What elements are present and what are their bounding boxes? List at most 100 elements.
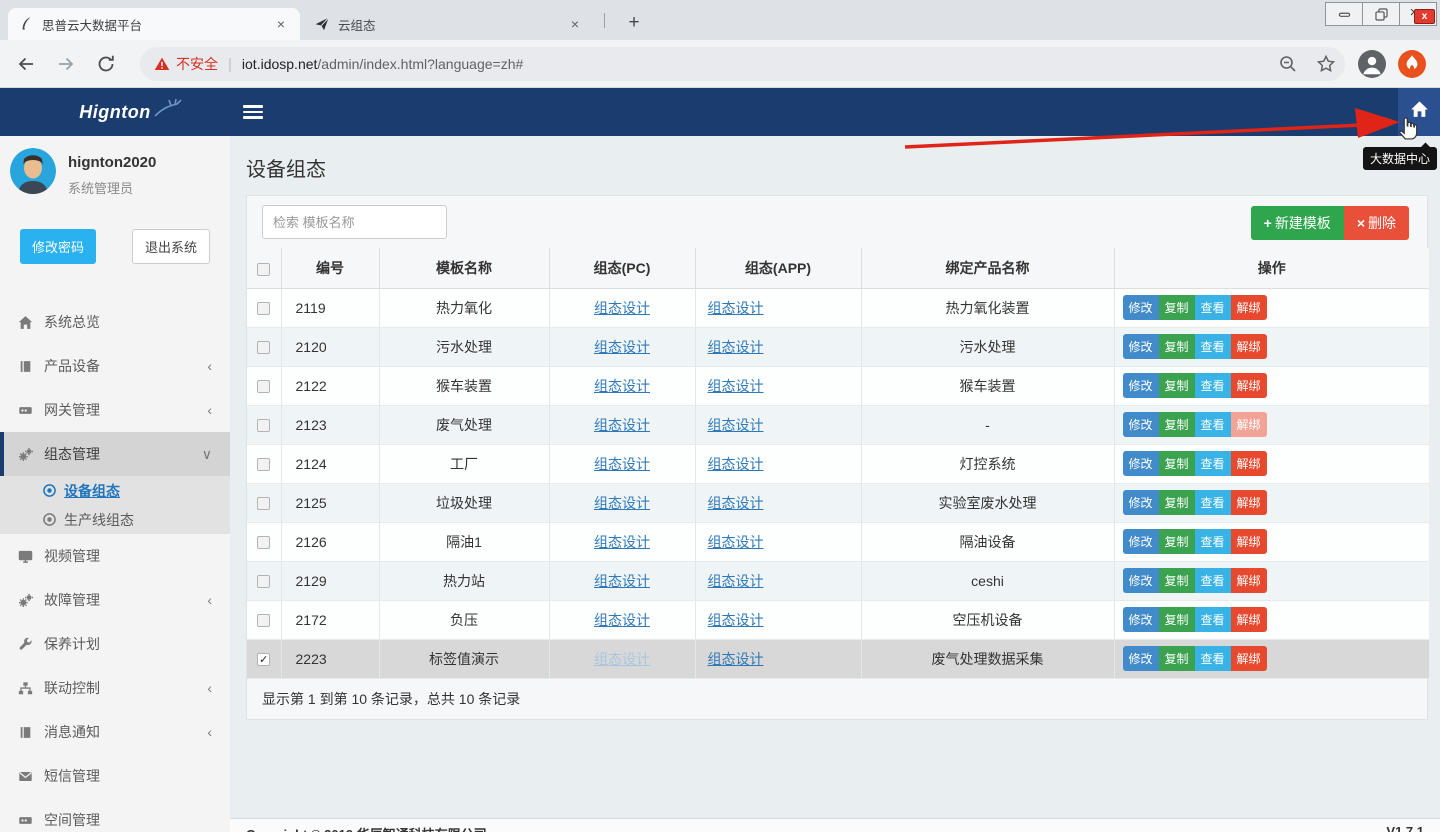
app-design-link[interactable]: 组态设计	[708, 378, 764, 394]
row-checkbox[interactable]	[257, 614, 270, 627]
row-checkbox[interactable]	[257, 497, 270, 510]
unbind-button[interactable]: 解绑	[1231, 646, 1267, 671]
row-checkbox[interactable]	[257, 419, 270, 432]
view-button[interactable]: 查看	[1195, 412, 1231, 437]
pc-design-link[interactable]: 组态设计	[594, 456, 650, 472]
edit-button[interactable]: 修改	[1123, 373, 1159, 398]
browser-tab-inactive[interactable]: 云组态 ×	[304, 8, 594, 40]
copy-button[interactable]: 复制	[1159, 490, 1195, 515]
copy-button[interactable]: 复制	[1159, 373, 1195, 398]
edit-button[interactable]: 修改	[1123, 529, 1159, 554]
sidebar-item-linkage-control[interactable]: 联动控制‹	[0, 666, 230, 710]
app-design-link[interactable]: 组态设计	[708, 300, 764, 316]
delete-button[interactable]: ×删除	[1344, 206, 1409, 240]
view-button[interactable]: 查看	[1195, 295, 1231, 320]
app-design-link[interactable]: 组态设计	[708, 339, 764, 355]
view-button[interactable]: 查看	[1195, 529, 1231, 554]
pc-design-link[interactable]: 组态设计	[594, 573, 650, 589]
new-template-button[interactable]: +新建模板	[1251, 206, 1344, 240]
view-button[interactable]: 查看	[1195, 607, 1231, 632]
sidebar-item-fault-management[interactable]: 故障管理‹	[0, 578, 230, 622]
app-design-link[interactable]: 组态设计	[708, 417, 764, 433]
edit-button[interactable]: 修改	[1123, 568, 1159, 593]
refresh-icon[interactable]	[96, 54, 116, 74]
copy-button[interactable]: 复制	[1159, 334, 1195, 359]
pc-design-link[interactable]: 组态设计	[594, 495, 650, 511]
row-checkbox[interactable]	[257, 341, 270, 354]
view-button[interactable]: 查看	[1195, 646, 1231, 671]
sidebar-item-space-management[interactable]: 空间管理	[0, 798, 230, 832]
unbind-button[interactable]: 解绑	[1231, 412, 1267, 437]
app-design-link[interactable]: 组态设计	[708, 612, 764, 628]
edit-button[interactable]: 修改	[1123, 412, 1159, 437]
tab-close-icon[interactable]: ×	[272, 15, 290, 33]
view-button[interactable]: 查看	[1195, 373, 1231, 398]
edit-button[interactable]: 修改	[1123, 334, 1159, 359]
zoom-out-icon[interactable]	[1278, 54, 1298, 74]
unbind-button[interactable]: 解绑	[1231, 568, 1267, 593]
address-bar[interactable]: 不安全 | iot.idosp.net /admin/index.html?la…	[140, 47, 1345, 81]
row-checkbox[interactable]	[257, 380, 270, 393]
view-button[interactable]: 查看	[1195, 334, 1231, 359]
app-design-link[interactable]: 组态设计	[708, 651, 764, 667]
sidebar-item-configuration-management[interactable]: 组态管理∨	[0, 432, 230, 476]
row-checkbox[interactable]	[257, 302, 270, 315]
restore-button[interactable]	[1362, 2, 1400, 26]
unbind-button[interactable]: 解绑	[1231, 451, 1267, 476]
row-checkbox[interactable]	[257, 536, 270, 549]
sidebar-item-maintenance-plan[interactable]: 保养计划	[0, 622, 230, 666]
sidebar-item-product-device[interactable]: 产品设备‹	[0, 344, 230, 388]
view-button[interactable]: 查看	[1195, 568, 1231, 593]
copy-button[interactable]: 复制	[1159, 529, 1195, 554]
sidebar-item-production-line-configuration[interactable]: 生产线组态	[0, 505, 230, 534]
bookmark-star-icon[interactable]	[1316, 54, 1336, 74]
unbind-button[interactable]: 解绑	[1231, 607, 1267, 632]
edit-button[interactable]: 修改	[1123, 607, 1159, 632]
copy-button[interactable]: 复制	[1159, 607, 1195, 632]
unbind-button[interactable]: 解绑	[1231, 295, 1267, 320]
minimize-button[interactable]	[1325, 2, 1363, 26]
edit-button[interactable]: 修改	[1123, 646, 1159, 671]
pc-design-link[interactable]: 组态设计	[594, 612, 650, 628]
pc-design-link[interactable]: 组态设计	[594, 417, 650, 433]
sidebar-item-video-management[interactable]: 视频管理	[0, 534, 230, 578]
pc-design-link[interactable]: 组态设计	[594, 534, 650, 550]
select-all-checkbox[interactable]	[257, 263, 270, 276]
close-button[interactable]: × x	[1399, 2, 1437, 26]
app-design-link[interactable]: 组态设计	[708, 573, 764, 589]
copy-button[interactable]: 复制	[1159, 295, 1195, 320]
row-checkbox[interactable]	[257, 458, 270, 471]
search-input[interactable]	[262, 205, 447, 239]
unbind-button[interactable]: 解绑	[1231, 334, 1267, 359]
sidebar-item-device-configuration[interactable]: 设备组态	[0, 476, 230, 505]
view-button[interactable]: 查看	[1195, 490, 1231, 515]
extension-flame-icon[interactable]	[1398, 50, 1426, 78]
pc-design-link[interactable]: 组态设计	[594, 651, 650, 667]
unbind-button[interactable]: 解绑	[1231, 373, 1267, 398]
unbind-button[interactable]: 解绑	[1231, 529, 1267, 554]
copy-button[interactable]: 复制	[1159, 646, 1195, 671]
edit-button[interactable]: 修改	[1123, 451, 1159, 476]
copy-button[interactable]: 复制	[1159, 451, 1195, 476]
view-button[interactable]: 查看	[1195, 451, 1231, 476]
app-design-link[interactable]: 组态设计	[708, 534, 764, 550]
copy-button[interactable]: 复制	[1159, 568, 1195, 593]
sidebar-item-gateway-management[interactable]: 网关管理‹	[0, 388, 230, 432]
app-design-link[interactable]: 组态设计	[708, 495, 764, 511]
copy-button[interactable]: 复制	[1159, 412, 1195, 437]
sidebar-item-system-overview[interactable]: 系统总览	[0, 300, 230, 344]
browser-tab-active[interactable]: 思普云大数据平台 ×	[8, 8, 300, 40]
hamburger-menu-icon[interactable]	[243, 102, 263, 122]
edit-button[interactable]: 修改	[1123, 490, 1159, 515]
row-checkbox[interactable]: ✓	[257, 653, 270, 666]
forward-icon[interactable]	[56, 54, 76, 74]
edit-button[interactable]: 修改	[1123, 295, 1159, 320]
back-icon[interactable]	[16, 54, 36, 74]
logout-button[interactable]: 退出系统	[132, 229, 210, 264]
app-design-link[interactable]: 组态设计	[708, 456, 764, 472]
pc-design-link[interactable]: 组态设计	[594, 300, 650, 316]
sidebar-item-message-notification[interactable]: 消息通知‹	[0, 710, 230, 754]
tab-close-icon[interactable]: ×	[566, 15, 584, 33]
unbind-button[interactable]: 解绑	[1231, 490, 1267, 515]
sidebar-item-sms-management[interactable]: 短信管理	[0, 754, 230, 798]
